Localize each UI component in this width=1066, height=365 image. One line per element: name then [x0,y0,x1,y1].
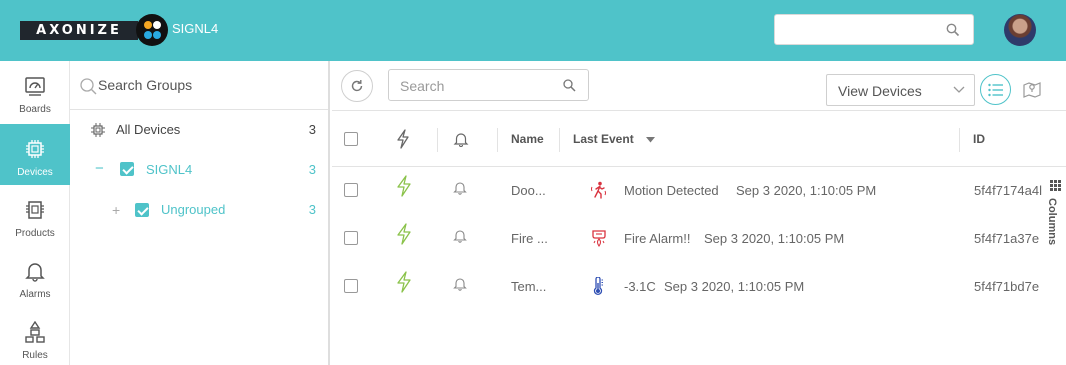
column-divider[interactable] [497,128,498,152]
event-time: Sep 3 2020, 1:10:05 PM [736,183,877,198]
group-count: 3 [308,122,316,137]
select-all-checkbox[interactable] [344,132,358,146]
nav-label-alarms: Alarms [19,289,51,300]
column-header-last-event[interactable]: Last Event [573,132,634,146]
column-divider[interactable] [959,128,960,152]
table-row[interactable]: Doo... Motion Detected Sep 3 2020, 1:10:… [332,167,1046,215]
nav-label-products: Products [15,228,55,239]
motion-icon [591,181,606,199]
lightning-icon [397,271,411,293]
bell-icon [453,182,467,195]
group-count: 3 [308,202,316,217]
axonize-logo[interactable]: AXONIZE [20,21,138,40]
refresh-button[interactable] [341,70,373,102]
list-icon [988,83,1003,97]
search-icon [80,78,97,95]
row-checkbox[interactable] [344,231,358,245]
devices-icon [91,123,105,137]
row-checkbox[interactable] [344,279,358,293]
device-id: 5f4f7174a4l [974,183,1042,198]
device-name: Tem... [511,279,547,294]
group-checkbox-signl4[interactable] [120,162,134,176]
table-header: Name Last Event ID [332,112,1066,167]
event-text: Fire Alarm!! [624,231,691,246]
boards-icon [25,77,45,96]
bell-icon [453,230,467,243]
device-search-input[interactable] [400,76,550,96]
group-checkbox-ungrouped[interactable] [135,203,149,217]
search-icon [563,79,576,92]
bell-icon [453,278,467,291]
bell-icon[interactable] [453,131,469,147]
lightning-icon [397,175,411,197]
column-divider[interactable] [559,128,560,152]
global-search-input[interactable] [774,14,974,45]
nav-item-alarms[interactable]: Alarms [0,246,70,307]
device-id: 5f4f71bd7e [974,279,1040,294]
device-name: Doo... [511,183,546,198]
user-avatar[interactable] [1004,14,1036,46]
event-text: -3.1C [624,279,656,294]
devices-toolbar: View Devices [332,61,1066,111]
nav-label-rules: Rules [22,350,48,361]
devices-main: View Devices Name [332,61,1066,365]
device-name: Fire ... [511,231,548,246]
nav-item-rules[interactable]: Rules [0,307,70,365]
groups-panel: All Devices 3 − SIGNL4 3 + Ungrouped 3 [70,61,330,365]
collapse-toggle[interactable]: − [95,159,104,179]
device-search-box [388,69,589,101]
top-bar: AXONIZE SIGNL4 [0,0,1066,61]
column-header-name[interactable]: Name [511,132,544,146]
bell-icon [25,263,45,282]
group-row-ungrouped[interactable]: + Ungrouped 3 [70,190,328,230]
lightning-icon[interactable] [396,129,410,149]
view-select-value: View Devices [838,83,922,99]
group-name: SIGNL4 [146,162,193,177]
columns-label: Columns [1046,198,1058,246]
thermometer-icon [593,277,603,296]
event-text: Motion Detected [624,183,719,198]
group-row-all-devices[interactable]: All Devices 3 [70,110,328,150]
group-row-signl4[interactable]: − SIGNL4 3 [70,150,328,190]
columns-panel-toggle[interactable]: Columns [1045,168,1066,268]
products-icon [26,201,44,219]
sort-down-icon[interactable] [646,137,655,143]
fire-alarm-icon [592,230,606,247]
devices-icon [26,140,44,158]
column-divider[interactable] [437,128,438,152]
group-name: All Devices [116,122,181,137]
group-count: 3 [308,162,316,177]
left-navigation: Boards Devices Products Alarms Rules [0,61,70,365]
nav-label-boards: Boards [19,104,51,115]
view-devices-select[interactable]: View Devices [826,74,975,106]
rules-icon [25,321,45,343]
table-row[interactable]: Tem... -3.1C Sep 3 2020, 1:10:05 PM 5f4f… [332,263,1046,311]
lightning-icon [397,223,411,245]
group-name: Ungrouped [161,202,226,217]
app-name[interactable]: SIGNL4 [172,21,218,37]
device-id: 5f4f71a37e [974,231,1040,246]
group-search-bar [70,61,328,110]
chevron-down-icon [953,86,965,93]
nav-label-devices: Devices [17,167,53,178]
expand-toggle[interactable]: + [112,200,120,220]
nav-item-devices[interactable]: Devices [0,124,70,185]
event-time: Sep 3 2020, 1:10:05 PM [664,279,805,294]
table-row[interactable]: Fire ... Fire Alarm!! Sep 3 2020, 1:10:0… [332,215,1046,263]
event-time: Sep 3 2020, 1:10:05 PM [704,231,845,246]
group-search-input[interactable] [98,74,298,96]
list-view-button[interactable] [980,74,1011,105]
nav-item-products[interactable]: Products [0,185,70,246]
refresh-icon [351,80,363,92]
map-view-icon[interactable] [1023,80,1041,98]
nav-item-boards[interactable]: Boards [0,61,70,122]
column-header-id[interactable]: ID [973,132,985,146]
signl4-app-icon[interactable] [136,14,168,46]
search-icon [946,23,960,37]
row-checkbox[interactable] [344,183,358,197]
grid-icon [1050,180,1061,191]
